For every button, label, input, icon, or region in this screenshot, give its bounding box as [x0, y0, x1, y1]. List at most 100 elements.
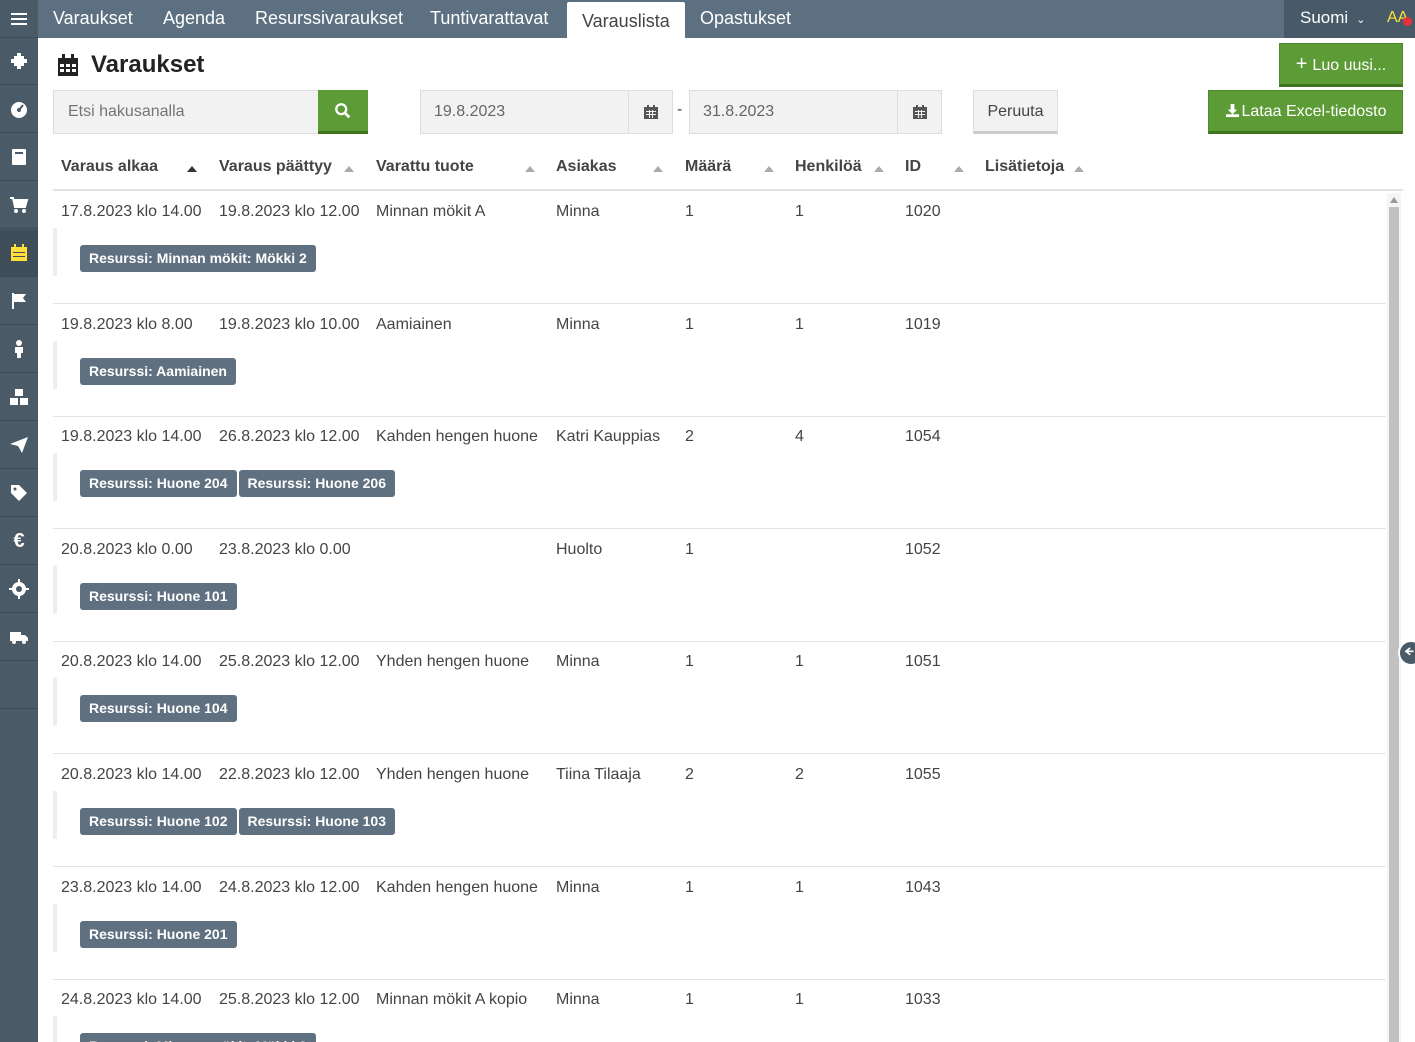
table-row[interactable]: 19.8.2023 klo 8.00 19.8.2023 klo 10.00 A… — [53, 304, 1386, 417]
resource-badge: Resurssi: Huone 201 — [80, 921, 237, 948]
date-to-calendar-button[interactable] — [897, 90, 942, 134]
sort-icon[interactable] — [653, 166, 663, 172]
menu-icon[interactable] — [0, 0, 38, 38]
person-icon[interactable] — [0, 326, 38, 373]
table-row[interactable]: 19.8.2023 klo 14.00 26.8.2023 klo 12.00 … — [53, 416, 1386, 529]
table-row[interactable]: 20.8.2023 klo 14.00 25.8.2023 klo 12.00 … — [53, 641, 1386, 754]
cell-customer: Katri Kauppias — [556, 428, 661, 445]
sort-icon[interactable] — [874, 166, 884, 172]
euro-icon[interactable]: € — [0, 518, 38, 565]
column-header-end[interactable]: Varaus päättyy — [219, 158, 332, 182]
sort-icon[interactable] — [344, 166, 354, 172]
cell-id: 1033 — [905, 991, 941, 1008]
resource-badge: Resurssi: Minnan mökit: Mökki 2 — [80, 245, 316, 272]
cell-start: 20.8.2023 klo 0.00 — [61, 541, 193, 558]
sort-icon[interactable] — [764, 166, 774, 172]
sort-icon[interactable] — [525, 166, 535, 172]
truck-icon[interactable] — [0, 614, 38, 661]
cell-start: 24.8.2023 klo 14.00 — [61, 991, 202, 1008]
resource-badge: Resurssi: Aamiainen — [80, 358, 236, 385]
table-row[interactable]: 20.8.2023 klo 0.00 23.8.2023 klo 0.00 Hu… — [53, 529, 1386, 642]
tab-varauslista[interactable]: Varauslista — [567, 2, 685, 38]
cell-persons: 1 — [795, 203, 804, 220]
tab-resurssivaraukset[interactable]: Resurssivaraukset — [255, 0, 403, 38]
tab-tuntivarattavat[interactable]: Tuntivarattavat — [430, 0, 548, 38]
excel-download-button[interactable]: Lataa Excel-tiedosto — [1208, 90, 1403, 134]
sort-icon[interactable] — [1074, 166, 1084, 172]
new-reservation-button[interactable]: + Luo uusi... — [1279, 43, 1403, 87]
search-input[interactable] — [53, 90, 319, 134]
flag-icon[interactable] — [0, 278, 38, 325]
dashboard-icon[interactable] — [0, 86, 38, 133]
send-icon[interactable] — [0, 422, 38, 469]
cell-quantity: 2 — [685, 428, 694, 445]
panel-toggle-button[interactable] — [1398, 640, 1415, 666]
cell-id: 1055 — [905, 766, 941, 783]
resource-tags: Resurssi: Huone 104 — [53, 678, 237, 726]
chevron-down-icon: ⌄ — [1356, 14, 1366, 26]
page-title-text: Varaukset — [91, 51, 205, 78]
sidebar-empty-slot — [0, 662, 38, 709]
tab-agenda[interactable]: Agenda — [163, 0, 225, 38]
cubes-icon[interactable] — [0, 374, 38, 421]
book-icon[interactable] — [0, 134, 38, 181]
cell-product: Minnan mökit A kopio — [376, 991, 528, 1008]
table-row[interactable]: 24.8.2023 klo 14.00 25.8.2023 klo 12.00 … — [53, 979, 1386, 1042]
table-row[interactable]: 17.8.2023 klo 14.00 19.8.2023 klo 12.00 … — [53, 191, 1386, 304]
date-from-calendar-button[interactable] — [628, 90, 673, 134]
cell-id: 1019 — [905, 316, 941, 333]
column-header-persons[interactable]: Henkilöä — [795, 158, 862, 182]
cell-customer: Huolto — [556, 541, 603, 558]
cell-id: 1043 — [905, 879, 941, 896]
column-header-product[interactable]: Varattu tuote — [376, 158, 474, 182]
cell-persons: 2 — [795, 766, 804, 783]
scroll-up-arrow[interactable] — [1390, 197, 1398, 203]
tab-opastukset[interactable]: Opastukset — [700, 0, 791, 38]
cell-product: Kahden hengen huone — [376, 428, 538, 445]
table-row[interactable]: 23.8.2023 klo 14.00 24.8.2023 klo 12.00 … — [53, 867, 1386, 980]
cell-id: 1054 — [905, 428, 941, 445]
column-header-id[interactable]: ID — [905, 158, 921, 182]
resource-tags: Resurssi: Aamiainen — [53, 341, 236, 389]
cell-quantity: 2 — [685, 766, 694, 783]
cell-persons: 1 — [795, 316, 804, 333]
column-header-notes[interactable]: Lisätietoja — [985, 158, 1064, 182]
resource-badge: Resurssi: Minnan mökit: Mökki 2 — [80, 1033, 316, 1042]
date-to-input[interactable]: 31.8.2023 — [689, 90, 899, 134]
column-header-customer[interactable]: Asiakas — [556, 158, 617, 182]
resource-badge: Resurssi: Huone 103 — [238, 808, 395, 835]
cell-end: 19.8.2023 klo 12.00 — [219, 203, 360, 220]
tab-varaukset[interactable]: Varaukset — [53, 0, 133, 38]
download-icon — [1225, 103, 1239, 118]
resource-badge: Resurssi: Huone 101 — [80, 583, 237, 610]
resource-tags: Resurssi: Minnan mökit: Mökki 2 — [53, 228, 316, 276]
tag-icon[interactable] — [0, 470, 38, 517]
cell-customer: Minna — [556, 653, 600, 670]
cancel-button[interactable]: Peruuta — [973, 90, 1058, 134]
resource-tags: Resurssi: Huone 102 Resurssi: Huone 103 — [53, 791, 395, 839]
calendar-icon[interactable] — [0, 230, 38, 277]
sort-icon[interactable] — [954, 166, 964, 172]
column-header-quantity[interactable]: Määrä — [685, 158, 731, 182]
sort-asc-icon[interactable] — [187, 166, 197, 172]
user-menu[interactable]: AA — [1376, 0, 1415, 38]
notification-dot — [1403, 17, 1412, 26]
cell-start: 20.8.2023 klo 14.00 — [61, 766, 202, 783]
plus-icon: + — [1295, 53, 1308, 75]
cell-end: 24.8.2023 klo 12.00 — [219, 879, 360, 896]
cell-quantity: 1 — [685, 203, 694, 220]
date-from-input[interactable]: 19.8.2023 — [420, 90, 630, 134]
cart-icon[interactable] — [0, 182, 38, 229]
cell-customer: Tiina Tilaaja — [556, 766, 641, 783]
table-row[interactable]: 20.8.2023 klo 14.00 22.8.2023 klo 12.00 … — [53, 754, 1386, 867]
scrollbar-thumb[interactable] — [1389, 207, 1399, 1042]
search-button[interactable] — [318, 90, 368, 134]
cell-persons: 1 — [795, 653, 804, 670]
cell-product: Yhden hengen huone — [376, 766, 530, 783]
column-header-start[interactable]: Varaus alkaa — [61, 158, 158, 182]
cell-product: Minnan mökit A — [376, 203, 486, 220]
resource-badge: Resurssi: Huone 102 — [80, 808, 237, 835]
gear-icon[interactable] — [0, 566, 38, 613]
language-selector[interactable]: Suomi ⌄ — [1284, 0, 1376, 38]
puzzle-icon[interactable] — [0, 38, 38, 85]
